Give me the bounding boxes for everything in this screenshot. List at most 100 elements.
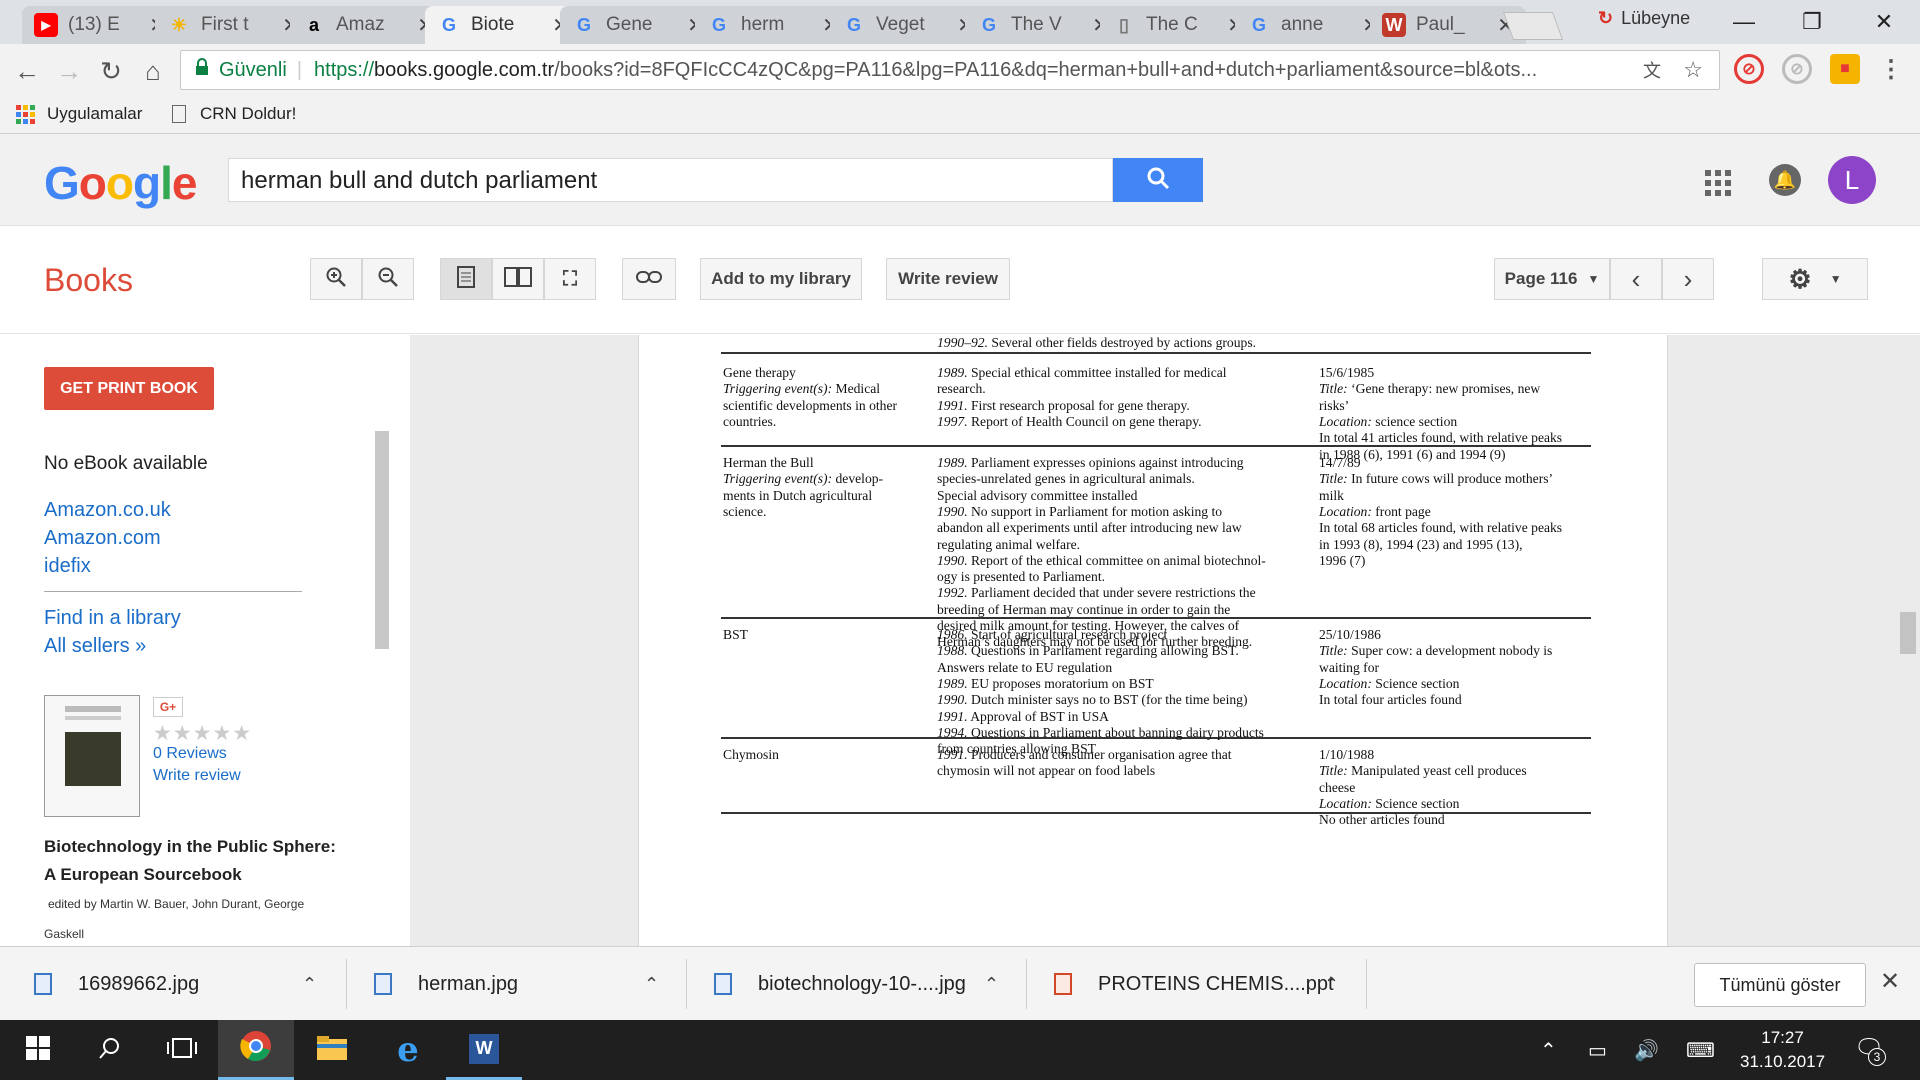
close-icon[interactable]: ✕ — [1880, 967, 1900, 996]
back-button[interactable]: ← — [10, 54, 44, 88]
forward-button[interactable]: → — [52, 54, 86, 88]
book-cover[interactable] — [44, 695, 140, 817]
fullscreen-button[interactable]: ⛶ — [544, 258, 596, 300]
zoom-out-button[interactable] — [362, 258, 414, 300]
download-filename: biotechnology-10-....jpg — [758, 972, 966, 995]
find-library-link[interactable]: Find in a library — [44, 607, 181, 630]
tab-9[interactable]: ▯The C✕ — [1100, 6, 1256, 44]
download-item[interactable]: biotechnology-10-....jpg ⌃ — [714, 947, 1014, 1021]
start-button[interactable] — [0, 1020, 76, 1080]
zoom-in-button[interactable] — [310, 258, 362, 300]
table-cell-line: 1990. Report of the ethical committee on… — [937, 552, 1266, 568]
tab-8[interactable]: GThe V✕ — [965, 6, 1121, 44]
next-page-button[interactable]: › — [1662, 258, 1714, 300]
chevron-up-icon[interactable]: ⌃ — [1324, 974, 1339, 995]
address-separator: | — [296, 58, 303, 81]
gplus-button[interactable]: G+ — [153, 697, 183, 717]
action-center-button[interactable]: 🗨 3 — [1854, 1034, 1886, 1066]
chevron-up-icon[interactable]: ⌃ — [984, 974, 999, 995]
tab-6[interactable]: Gherm✕ — [695, 6, 851, 44]
tab-2[interactable]: ☀First t✕ — [155, 6, 311, 44]
battery-icon[interactable]: ▭ — [1588, 1038, 1607, 1063]
bookmark-apps[interactable]: Uygulamalar — [16, 104, 142, 124]
download-item[interactable]: 16989662.jpg ⌃ — [34, 947, 334, 1021]
extension-disabled-icon[interactable]: ⊘ — [1782, 54, 1812, 84]
rating-stars[interactable]: ★★★★★ — [153, 721, 252, 746]
search-input[interactable]: herman bull and dutch parliament — [228, 158, 1113, 202]
notifications-bell-icon[interactable]: 🔔 — [1769, 164, 1801, 196]
google-apps-icon[interactable] — [1705, 170, 1731, 196]
show-hidden-icons-chevron-icon[interactable]: ⌃ — [1540, 1038, 1557, 1063]
account-avatar[interactable]: L — [1828, 156, 1876, 204]
seller-link[interactable]: idefix — [44, 555, 91, 578]
close-window-button[interactable]: ✕ — [1854, 4, 1914, 40]
settings-menu-button[interactable]: ⚙ ▼ — [1762, 258, 1868, 300]
link-button[interactable] — [622, 258, 676, 300]
tab-10[interactable]: Ganne✕ — [1235, 6, 1391, 44]
book-viewer[interactable]: 1990–92. Several other fields destroyed … — [410, 335, 1920, 946]
reload-button[interactable]: ↻ — [94, 54, 128, 88]
taskbar-word[interactable]: W — [446, 1020, 522, 1080]
tab-3[interactable]: aAmaz✕ — [290, 6, 446, 44]
table-rule — [721, 352, 1591, 354]
menu-kebab-icon[interactable]: ⋮ — [1876, 54, 1906, 84]
taskbar-file-explorer[interactable] — [294, 1020, 370, 1080]
home-button[interactable]: ⌂ — [136, 54, 170, 88]
write-review-button[interactable]: Write review — [886, 258, 1010, 300]
single-page-view-button[interactable] — [440, 258, 492, 300]
seller-link[interactable]: Amazon.co.uk — [44, 499, 171, 522]
all-sellers-link[interactable]: All sellers » — [44, 635, 146, 658]
books-title[interactable]: Books — [44, 262, 133, 299]
translate-icon[interactable]: 文 — [1643, 57, 1661, 83]
seller-link[interactable]: Amazon.com — [44, 527, 161, 550]
table-cell-line: cheese — [1319, 779, 1356, 795]
volume-icon[interactable]: 🔊 — [1634, 1038, 1659, 1063]
bookmark-crn[interactable]: CRN Doldur! — [172, 104, 296, 124]
taskbar-edge[interactable]: e — [370, 1020, 446, 1080]
sidebar-scrollbar[interactable] — [375, 431, 389, 649]
taskbar-chrome[interactable] — [218, 1020, 294, 1080]
two-page-view-button[interactable] — [492, 258, 544, 300]
tab-4[interactable]: GBiote✕ — [425, 6, 581, 44]
add-to-library-button[interactable]: Add to my library — [700, 258, 862, 300]
book-page: 1990–92. Several other fields destroyed … — [638, 335, 1668, 946]
table-cell-line: Chymosin — [723, 747, 779, 762]
bookmark-star-icon[interactable]: ☆ — [1683, 57, 1703, 83]
profile-sync-icon: ↻ — [1598, 8, 1614, 28]
show-all-downloads-button[interactable]: Tümünü göster — [1694, 963, 1866, 1007]
task-view-button[interactable] — [144, 1020, 220, 1080]
extension-puzzle-icon[interactable]: ■ — [1830, 54, 1860, 84]
chevron-up-icon[interactable]: ⌃ — [644, 974, 659, 995]
url-text[interactable]: https://books.google.com.tr/books?id=8FQ… — [314, 59, 1634, 82]
viewer-scrollbar[interactable] — [1900, 612, 1916, 654]
restore-button[interactable]: ❐ — [1782, 4, 1842, 40]
secure-indicator[interactable]: Güvenli — [195, 58, 287, 82]
system-clock[interactable]: 17:27 31.10.2017 — [1740, 1026, 1825, 1074]
keyboard-icon[interactable]: ⌨ — [1686, 1038, 1715, 1063]
chevron-up-icon[interactable]: ⌃ — [302, 974, 317, 995]
download-item[interactable]: herman.jpg ⌃ — [374, 947, 674, 1021]
download-item[interactable]: PROTEINS CHEMIS....ppt ⌃ — [1054, 947, 1354, 1021]
page-selector[interactable]: Page 116 ▼ — [1494, 258, 1610, 300]
search-taskbar-button[interactable] — [72, 1020, 148, 1080]
write-review-link[interactable]: Write review — [153, 767, 241, 785]
new-tab-button[interactable] — [1502, 12, 1564, 40]
tab-5[interactable]: GGene✕ — [560, 6, 716, 44]
word-w-icon: W — [1382, 13, 1406, 37]
tab-7[interactable]: GVeget✕ — [830, 6, 986, 44]
profile-chip[interactable]: ↻ Lübeyne — [1598, 8, 1690, 29]
reviews-link[interactable]: 0 Reviews — [153, 745, 227, 763]
previous-page-button[interactable]: ‹ — [1610, 258, 1662, 300]
address-bar[interactable]: Güvenli | https://books.google.com.tr/bo… — [180, 50, 1720, 90]
table-cell-line: research. — [937, 381, 986, 397]
search-button[interactable] — [1113, 158, 1203, 202]
extension-blocker-icon[interactable]: ⊘ — [1734, 54, 1764, 84]
minimize-button[interactable]: — — [1714, 4, 1774, 40]
table-cell-line: Title: ‘Gene therapy: new promises, new — [1319, 381, 1541, 397]
google-logo[interactable]: Google — [44, 156, 197, 210]
link-icon — [636, 269, 662, 289]
table-cell-line: 1989. Parliament expresses opinions agai… — [937, 455, 1244, 470]
get-print-book-button[interactable]: GET PRINT BOOK — [44, 367, 214, 410]
download-filename: 16989662.jpg — [78, 972, 200, 995]
tab-label: Amaz — [336, 14, 385, 35]
